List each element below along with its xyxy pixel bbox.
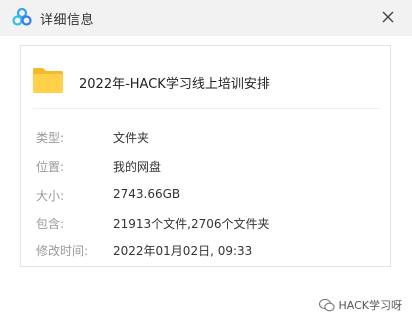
- detail-label: 位置:: [36, 160, 65, 174]
- cloud-disk-logo-icon: [12, 7, 32, 26]
- detail-value: 2743.66GB: [113, 187, 181, 201]
- close-icon[interactable]: [378, 7, 398, 27]
- window-title: 详细信息: [40, 13, 95, 28]
- watermark: HACK学习呀: [318, 297, 403, 315]
- detail-value: 文件夹: [113, 131, 150, 145]
- detail-label: 大小:: [36, 189, 65, 203]
- detail-label: 修改时间:: [36, 244, 89, 258]
- title-bar: 详细信息: [0, 0, 412, 36]
- detail-value: 2022年01月02日, 09:33: [113, 244, 253, 258]
- folder-icon: [33, 68, 63, 93]
- detail-label: 包含:: [36, 217, 65, 231]
- watermark-text: HACK学习呀: [338, 299, 403, 312]
- detail-label: 类型:: [36, 131, 65, 145]
- detail-value: 21913个文件,2706个文件夹: [113, 217, 270, 231]
- file-name: 2022年-HACK学习线上培训安排: [79, 77, 270, 92]
- divider: [33, 108, 379, 109]
- wechat-icon: [318, 298, 335, 312]
- detail-value: 我的网盘: [113, 160, 162, 174]
- details-panel: 2022年-HACK学习线上培训安排 类型: 文件夹 位置: 我的网盘 大小: …: [20, 45, 391, 267]
